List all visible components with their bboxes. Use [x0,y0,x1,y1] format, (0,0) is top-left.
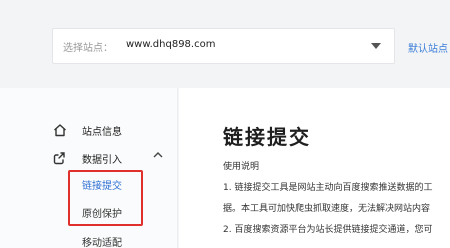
data-import-icon [52,150,68,166]
sidebar-item-label: 站点信息 [82,126,122,138]
home-icon [52,122,68,138]
page-title: 链接提交 [223,125,311,149]
sidebar-subitem-mobile-adapt[interactable]: 移动适配 [82,234,122,248]
default-site-link[interactable]: 默认站点 [408,40,448,55]
usage-line: 1. 链接提交工具是网站主动向百度搜索推送数据的工 [223,183,433,193]
chevron-up-icon[interactable] [152,150,164,160]
usage-line: 据。本工具可加快爬虫抓取速度，无法解决网站内容 [223,204,431,214]
dropdown-caret-icon[interactable] [371,43,381,49]
site-selector[interactable]: 选择站点： www.dhq898.com [52,28,395,64]
usage-line: 2. 百度搜索资源平台为站长提供链接提交通道，您可 [223,225,433,235]
sidebar-item-label: 数据引入 [82,154,122,166]
site-selector-label: 选择站点： [63,43,113,54]
main-content: 链接提交 使用说明 1. 链接提交工具是网站主动向百度搜索推送数据的工 据。本工… [179,88,450,248]
top-bar: 选择站点： www.dhq898.com 默认站点 [0,0,450,88]
highlight-box [68,170,143,226]
usage-heading: 使用说明 [223,162,260,172]
site-selector-value: www.dhq898.com [126,39,216,50]
sidebar-item-data-import[interactable]: 数据引入 [52,149,122,167]
sidebar-item-site-info[interactable]: 站点信息 [52,121,122,139]
